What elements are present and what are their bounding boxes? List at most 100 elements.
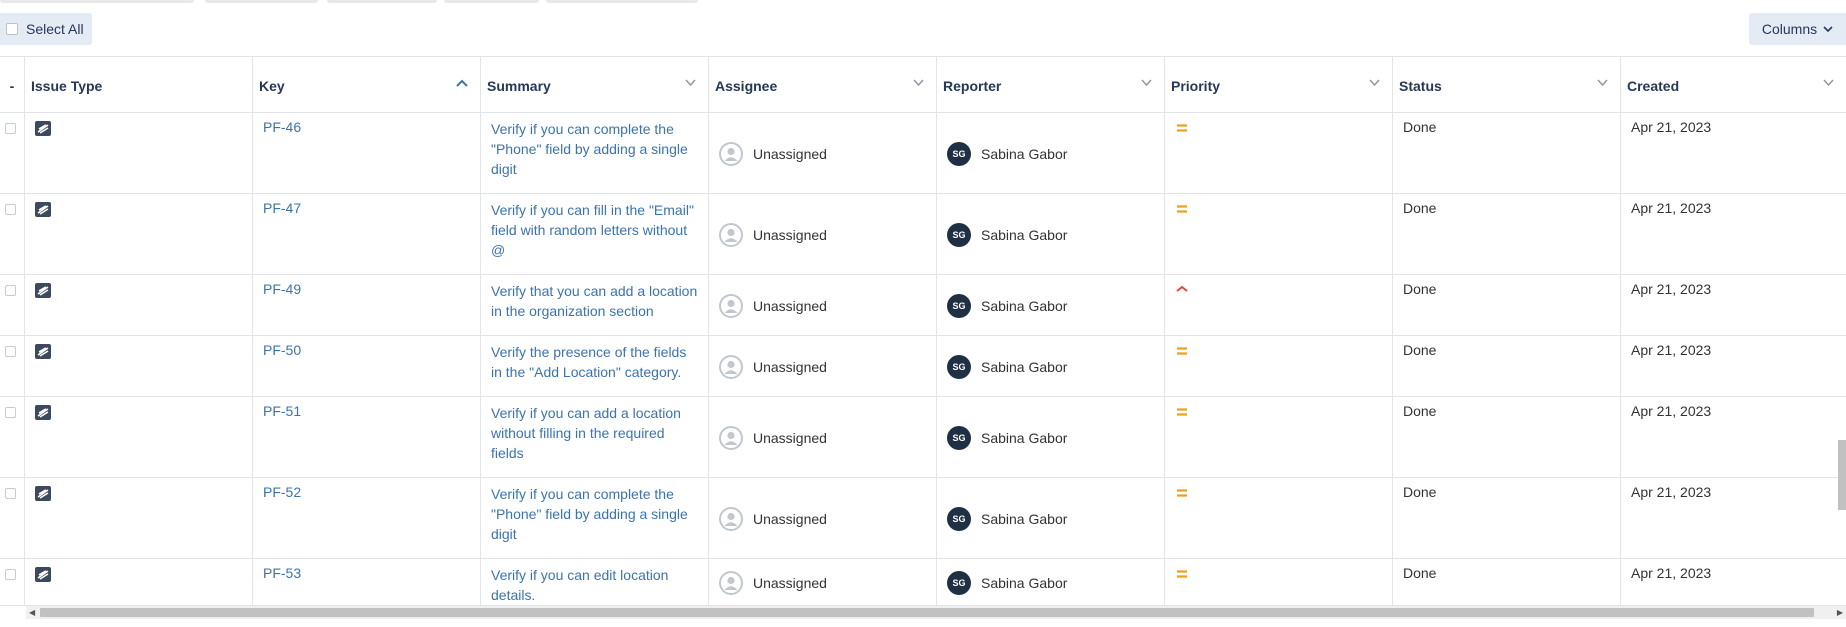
table-row[interactable]: PF-46 Verify if you can complete the "Pho…	[0, 113, 1846, 194]
assignee[interactable]: Unassigned	[719, 507, 827, 531]
assignee[interactable]: Unassigned	[719, 294, 827, 318]
select-all-button[interactable]: Select All	[0, 13, 92, 45]
chevron-down-icon[interactable]	[1823, 79, 1834, 86]
issue-key-link[interactable]: PF-47	[263, 200, 301, 216]
column-header-label: Created	[1627, 78, 1680, 94]
status-text: Done	[1403, 565, 1437, 581]
issue-summary-link[interactable]: Verify if you can add a location without…	[491, 403, 701, 463]
avatar: SG	[947, 507, 971, 531]
assignee[interactable]: Unassigned	[719, 223, 827, 247]
priority-high-icon	[1176, 285, 1188, 292]
reporter[interactable]: SG Sabina Gabor	[947, 507, 1067, 531]
horizontal-scrollbar-thumb[interactable]	[40, 608, 1814, 617]
chevron-down-icon[interactable]	[1597, 79, 1608, 86]
issue-key-link[interactable]: PF-46	[263, 119, 301, 135]
reporter[interactable]: SG Sabina Gabor	[947, 426, 1067, 450]
summary-cell: Verify if you can complete the "Phone" f…	[481, 478, 709, 558]
column-header-issue-type[interactable]: Issue Type	[25, 57, 253, 113]
chevron-down-icon[interactable]	[1141, 79, 1152, 86]
vertical-scrollbar-thumb[interactable]	[1838, 440, 1846, 510]
column-header-priority[interactable]: Priority	[1165, 57, 1393, 113]
reporter[interactable]: SG Sabina Gabor	[947, 142, 1067, 166]
reporter-cell: SG Sabina Gabor	[937, 336, 1165, 396]
select-all-checkbox[interactable]	[6, 23, 18, 35]
scroll-left-icon[interactable]: ◀	[29, 608, 35, 617]
chevron-down-icon[interactable]	[685, 79, 696, 86]
table-row[interactable]: PF-52 Verify if you can complete the "Pho…	[0, 478, 1846, 559]
horizontal-scrollbar[interactable]: ◀ ▶	[26, 606, 1846, 619]
created-cell: Apr 21, 2023	[1621, 113, 1846, 193]
issue-summary-link[interactable]: Verify if you can complete the "Phone" f…	[491, 484, 701, 544]
issue-summary-link[interactable]: Verify if you can fill in the "Email" fi…	[491, 200, 701, 260]
issue-key-link[interactable]: PF-49	[263, 281, 301, 297]
top-tab[interactable]	[444, 0, 539, 3]
issue-key-link[interactable]: PF-52	[263, 484, 301, 500]
chevron-down-icon[interactable]	[913, 79, 924, 86]
table-row[interactable]: PF-50 Verify the presence of the fields i…	[0, 336, 1846, 397]
assignee[interactable]: Unassigned	[719, 142, 827, 166]
reporter[interactable]: SG Sabina Gabor	[947, 294, 1067, 318]
reporter[interactable]: SG Sabina Gabor	[947, 223, 1067, 247]
scroll-right-icon[interactable]: ▶	[1837, 608, 1843, 617]
assignee[interactable]: Unassigned	[719, 426, 827, 450]
key-cell: PF-47	[253, 194, 481, 274]
reporter[interactable]: SG Sabina Gabor	[947, 355, 1067, 379]
priority-cell	[1165, 194, 1393, 274]
row-checkbox[interactable]	[5, 123, 16, 134]
key-cell: PF-52	[253, 478, 481, 558]
column-header-select[interactable]: -	[0, 57, 25, 113]
priority-cell	[1165, 275, 1393, 335]
column-header-label: Reporter	[943, 78, 1002, 94]
column-header-assignee[interactable]: Assignee	[709, 57, 937, 113]
column-header-label: -	[9, 78, 15, 94]
created-cell: Apr 21, 2023	[1621, 336, 1846, 396]
assignee-name: Unassigned	[753, 359, 827, 375]
row-checkbox[interactable]	[5, 569, 16, 580]
assignee[interactable]: Unassigned	[719, 355, 827, 379]
issue-summary-link[interactable]: Verify that you can add a location in th…	[491, 281, 701, 321]
table-row[interactable]: PF-47 Verify if you can fill in the "Emai…	[0, 194, 1846, 275]
issue-key-link[interactable]: PF-50	[263, 342, 301, 358]
status-cell: Done	[1393, 397, 1621, 477]
column-header-key[interactable]: Key	[253, 57, 481, 113]
top-tab[interactable]	[0, 0, 194, 3]
reporter-name: Sabina Gabor	[981, 146, 1068, 162]
reporter[interactable]: SG Sabina Gabor	[947, 571, 1067, 595]
row-checkbox[interactable]	[5, 285, 16, 296]
status-text: Done	[1403, 484, 1437, 500]
row-checkbox[interactable]	[5, 407, 16, 418]
reporter-cell: SG Sabina Gabor	[937, 275, 1165, 335]
assignee[interactable]: Unassigned	[719, 571, 827, 595]
table-row[interactable]: PF-49 Verify that you can add a location …	[0, 275, 1846, 336]
row-checkbox[interactable]	[5, 488, 16, 499]
top-tab[interactable]	[546, 0, 698, 3]
row-checkbox[interactable]	[5, 204, 16, 215]
column-header-reporter[interactable]: Reporter	[937, 57, 1165, 113]
issue-summary-link[interactable]: Verify if you can complete the "Phone" f…	[491, 119, 701, 179]
issue-summary-link[interactable]: Verify if you can edit location details.	[491, 565, 701, 605]
test-issue-type-icon	[35, 202, 51, 217]
sort-ascending-icon[interactable]	[456, 79, 468, 87]
columns-button[interactable]: Columns	[1749, 13, 1846, 45]
summary-cell: Verify the presence of the fields in the…	[481, 336, 709, 396]
issue-key-link[interactable]: PF-51	[263, 403, 301, 419]
priority-medium-icon	[1177, 408, 1187, 416]
priority-medium-icon	[1177, 205, 1187, 213]
column-header-created[interactable]: Created	[1621, 57, 1846, 113]
column-header-status[interactable]: Status	[1393, 57, 1621, 113]
table-row[interactable]: PF-53 Verify if you can edit location det…	[0, 559, 1846, 606]
chevron-down-icon[interactable]	[1369, 79, 1380, 86]
column-header-summary[interactable]: Summary	[481, 57, 709, 113]
key-cell: PF-50	[253, 336, 481, 396]
top-tab[interactable]	[205, 0, 318, 3]
top-tab[interactable]	[327, 0, 437, 3]
row-checkbox[interactable]	[5, 346, 16, 357]
avatar: SG	[947, 223, 971, 247]
avatar-placeholder-icon	[719, 223, 743, 247]
test-issue-type-icon	[35, 283, 51, 298]
table-row[interactable]: PF-51 Verify if you can add a location wi…	[0, 397, 1846, 478]
avatar-placeholder-icon	[719, 571, 743, 595]
issue-summary-link[interactable]: Verify the presence of the fields in the…	[491, 342, 701, 382]
issue-key-link[interactable]: PF-53	[263, 565, 301, 581]
issue-type-cell	[25, 113, 253, 193]
